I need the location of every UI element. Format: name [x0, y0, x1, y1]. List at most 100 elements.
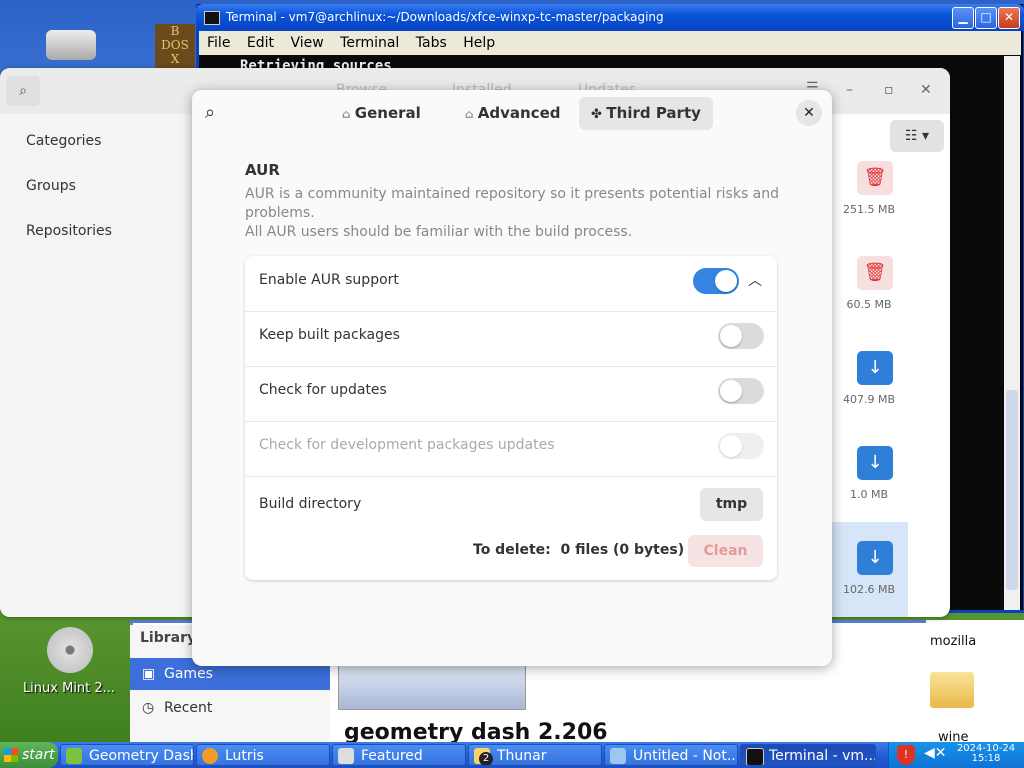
package-size: 407.9 MB [842, 393, 896, 406]
window-maximize-icon[interactable]: ▫ [884, 82, 894, 98]
install-button[interactable]: ↓ [857, 446, 893, 480]
to-delete-label: To delete: [473, 542, 551, 558]
tab-label: Third Party [606, 104, 701, 122]
terminal-titlebar[interactable]: Terminal - vm7@archlinux:~/Downloads/xfc… [196, 4, 1024, 31]
library-header: Library [140, 630, 197, 646]
aur-description-line: All AUR users should be familiar with th… [245, 224, 633, 240]
package-size: 60.5 MB [846, 298, 892, 311]
folder-label-mozilla[interactable]: mozilla [930, 634, 976, 649]
library-item-label: Games [164, 666, 213, 682]
build-directory-button[interactable]: tmp [700, 488, 763, 521]
notepad-icon [610, 748, 626, 764]
task-label: Thunar [497, 748, 547, 764]
advanced-icon: ⌂ [465, 107, 478, 121]
build-directory-label: Build directory [259, 496, 362, 512]
menu-view[interactable]: View [290, 35, 323, 51]
close-icon: ✕ [803, 105, 815, 121]
view-mode-button[interactable]: ☷ ▾ [890, 120, 944, 152]
security-shield-icon[interactable]: ! [897, 745, 915, 765]
dialog-close-button[interactable]: ✕ [796, 100, 822, 126]
window-minimize-icon[interactable]: – [846, 82, 853, 98]
task-notepad[interactable]: Untitled - Not... [604, 744, 738, 766]
close-button[interactable]: ✕ [998, 7, 1020, 29]
enable-aur-label: Enable AUR support [259, 272, 399, 288]
menu-edit[interactable]: Edit [247, 35, 274, 51]
gamepad-icon: ▣ [142, 666, 156, 682]
lutris-icon [202, 748, 218, 764]
package-size: 1.0 MB [849, 488, 889, 501]
remove-button[interactable]: 🗑 [857, 256, 893, 290]
drive-icon[interactable] [46, 30, 96, 60]
general-icon: ⌂ [342, 107, 355, 121]
maximize-button[interactable]: □ [975, 7, 997, 29]
check-updates-label: Check for updates [259, 382, 387, 398]
menu-tabs[interactable]: Tabs [416, 35, 447, 51]
terminal-title: Terminal - vm7@archlinux:~/Downloads/xfc… [226, 10, 664, 24]
task-label: Geometry Dash [89, 748, 194, 764]
windows-logo-icon [4, 748, 18, 762]
tab-label: General [354, 104, 421, 122]
disc-icon[interactable] [47, 627, 93, 673]
library-item-recent[interactable]: ◷ Recent [130, 692, 330, 724]
package-size: 251.5 MB [842, 203, 896, 216]
dosbox-icon[interactable]: B DOS X [155, 24, 195, 68]
package-icon [338, 748, 354, 764]
tray-clock[interactable]: 2024-10-24 15:18 [950, 744, 1022, 764]
thunar-count-badge: 2 [479, 752, 493, 765]
task-label: Untitled - Not... [633, 748, 738, 764]
install-button[interactable]: ↓ [857, 351, 893, 385]
clock-icon: ◷ [142, 700, 155, 716]
chevron-up-icon[interactable]: ︿ [748, 270, 762, 290]
remove-button[interactable]: 🗑 [857, 161, 893, 195]
clean-button[interactable]: Clean [688, 535, 763, 567]
trash-icon: 🗑 [863, 262, 887, 283]
task-featured[interactable]: Featured [332, 744, 466, 766]
install-button[interactable]: ↓ [857, 541, 893, 575]
task-terminal[interactable]: Terminal - vm... [740, 744, 876, 766]
task-label: Featured [361, 748, 423, 764]
terminal-icon [204, 10, 220, 25]
enable-aur-toggle[interactable] [693, 268, 739, 294]
folder-icon[interactable] [930, 672, 974, 708]
minimize-button[interactable]: ▁ [952, 7, 974, 29]
search-icon[interactable]: ⌕ [205, 102, 215, 123]
terminal-icon [746, 748, 764, 765]
task-label: Lutris [225, 748, 264, 764]
tab-third-party[interactable]: ✤ Third Party [579, 97, 713, 130]
puzzle-icon: ✤ [591, 107, 607, 122]
geometry-dash-icon [66, 748, 82, 764]
menu-file[interactable]: File [207, 35, 230, 51]
to-delete-summary: To delete: 0 files (0 bytes) [473, 542, 684, 558]
check-dev-label: Check for development packages updates [259, 437, 555, 453]
library-item-label: Recent [164, 700, 213, 716]
check-updates-toggle[interactable] [718, 378, 764, 404]
sidebar-item-groups[interactable]: Groups [26, 178, 76, 194]
keep-built-label: Keep built packages [259, 327, 400, 343]
sidebar-item-categories[interactable]: Categories [26, 133, 101, 149]
search-icon[interactable]: ⌕ [6, 76, 40, 106]
task-geometry-dash[interactable]: Geometry Dash [60, 744, 194, 766]
download-icon: ↓ [867, 452, 883, 473]
tab-label: Advanced [477, 104, 561, 122]
menu-help[interactable]: Help [463, 35, 495, 51]
scrollbar-thumb[interactable] [1006, 390, 1018, 590]
to-delete-value: 0 files (0 bytes) [560, 542, 685, 558]
task-label: Terminal - vm... [769, 748, 876, 764]
window-close-icon[interactable]: ✕ [920, 82, 932, 98]
keep-built-toggle[interactable] [718, 323, 764, 349]
terminal-menubar: File Edit View Terminal Tabs Help [199, 31, 1021, 55]
menu-terminal[interactable]: Terminal [340, 35, 399, 51]
task-lutris[interactable]: Lutris [196, 744, 330, 766]
tab-advanced[interactable]: ⌂ Advanced [453, 97, 573, 130]
task-thunar[interactable]: 2 Thunar [468, 744, 602, 766]
volume-muted-icon[interactable]: ◀✕ [924, 745, 947, 761]
start-button[interactable]: start [0, 742, 58, 768]
sidebar-item-repositories[interactable]: Repositories [26, 223, 112, 239]
check-dev-toggle[interactable] [718, 433, 764, 459]
aur-description-line: AUR is a community maintained repository… [245, 186, 780, 202]
tab-general[interactable]: ⌂ General [330, 97, 433, 130]
aur-heading: AUR [245, 161, 280, 179]
desktop-icon-label[interactable]: Linux Mint 2... [14, 681, 124, 696]
download-icon: ↓ [867, 357, 883, 378]
download-icon: ↓ [867, 547, 883, 568]
